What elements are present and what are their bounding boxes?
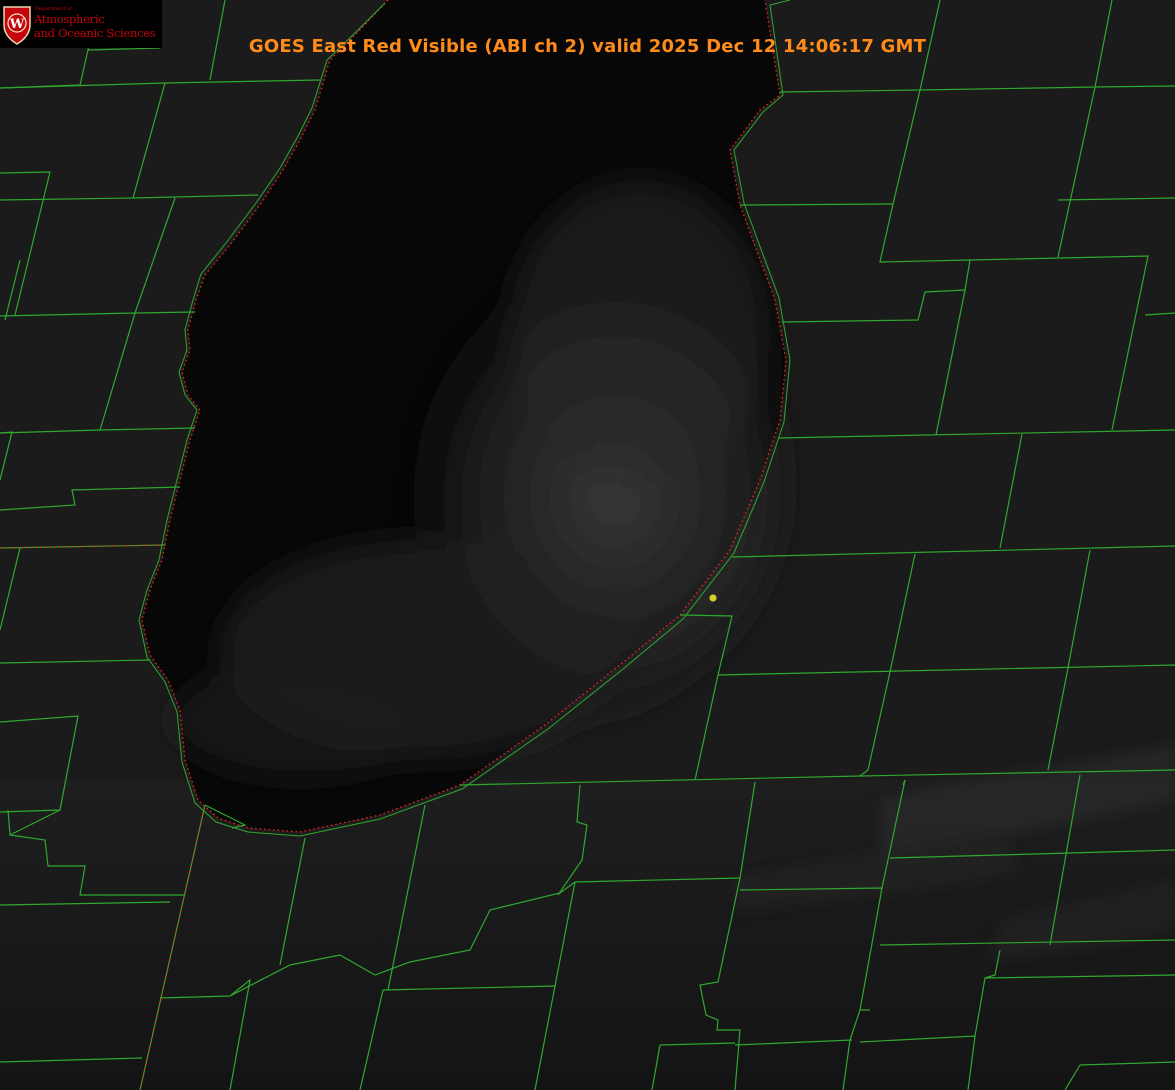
image-title: GOES East Red Visible (ABI ch 2) valid 2… <box>248 36 927 57</box>
location-marker <box>709 594 717 602</box>
logo-line-1: Atmospheric <box>34 12 105 26</box>
crest-letter: W <box>9 17 25 32</box>
satellite-map <box>0 0 1175 1090</box>
